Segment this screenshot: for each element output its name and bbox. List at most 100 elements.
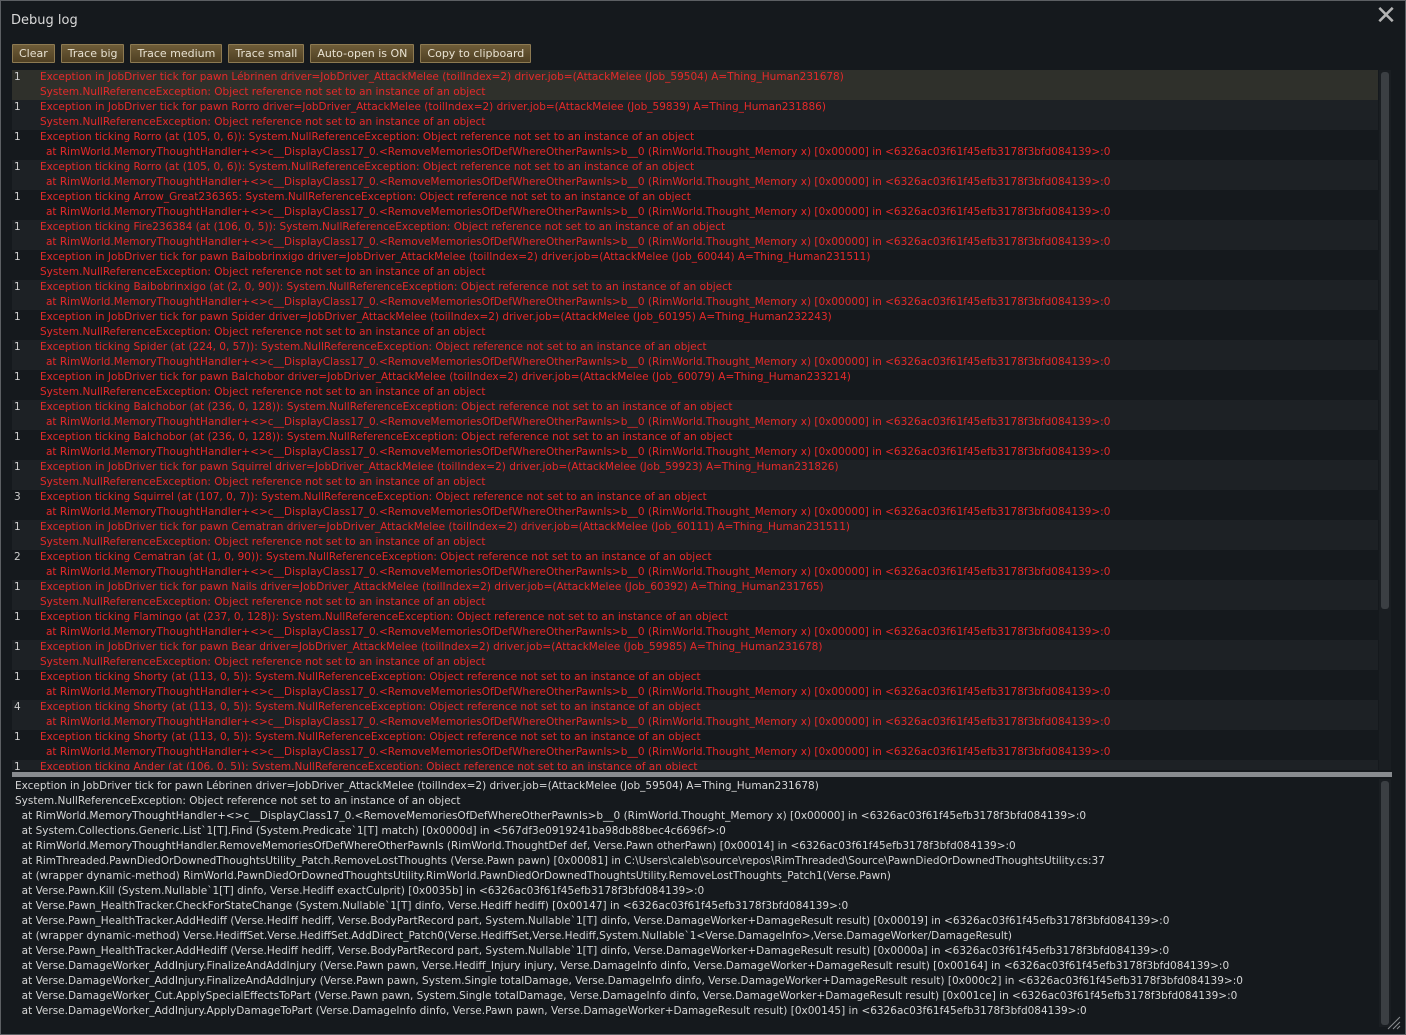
log-entry-detail-line: System.NullReferenceException: Object re… bbox=[40, 476, 486, 488]
log-entry-detail-line: at RimWorld.MemoryThoughtHandler+<>c__Di… bbox=[46, 356, 1111, 368]
stack-trace-line: at Verse.Pawn.Kill (System.Nullable`1[T]… bbox=[15, 885, 705, 897]
stack-trace-line: at RimWorld.MemoryThoughtHandler+<>c__Di… bbox=[15, 810, 1087, 822]
log-entry[interactable]: 1 Exception in JobDriver tick for pawn Na… bbox=[12, 580, 1378, 610]
log-entry-detail-line: at RimWorld.MemoryThoughtHandler+<>c__Di… bbox=[46, 206, 1111, 218]
log-entry-message: Exception in JobDriver tick for pawn Bal… bbox=[40, 371, 851, 383]
log-entry[interactable]: 1 Exception ticking Rorro (at (105, 0, 6)… bbox=[12, 130, 1378, 160]
log-entry-detail-line: at RimWorld.MemoryThoughtHandler+<>c__Di… bbox=[46, 626, 1111, 638]
trace-small-button[interactable]: Trace small bbox=[228, 44, 305, 63]
log-entry-message: Exception ticking Balchobor (at (236, 0,… bbox=[40, 401, 733, 413]
log-entry-count: 2 bbox=[14, 551, 21, 563]
log-entry-detail-line: at RimWorld.MemoryThoughtHandler+<>c__Di… bbox=[46, 176, 1111, 188]
log-entry-message: Exception ticking Fire236384 (at (106, 0… bbox=[40, 221, 726, 233]
log-entry[interactable]: 1 Exception in JobDriver tick for pawn Sq… bbox=[12, 460, 1378, 490]
log-entry-message: Exception ticking Shorty (at (113, 0, 5)… bbox=[40, 731, 701, 743]
log-entry-message: Exception in JobDriver tick for pawn Spi… bbox=[40, 311, 832, 323]
trace-big-button[interactable]: Trace big bbox=[60, 44, 125, 63]
log-entry-message: Exception ticking Arrow_Great236365: Sys… bbox=[40, 191, 691, 203]
log-entry[interactable]: 3 Exception ticking Squirrel (at (107, 0,… bbox=[12, 490, 1378, 520]
stack-trace-line: at RimThreaded.PawnDiedOrDownedThoughtsU… bbox=[15, 855, 1105, 867]
stack-trace-line: at Verse.Pawn_HealthTracker.AddHediff (V… bbox=[15, 945, 1170, 957]
log-entry-detail-line: at RimWorld.MemoryThoughtHandler+<>c__Di… bbox=[46, 416, 1111, 428]
log-entry[interactable]: 1 Exception ticking Fire236384 (at (106, … bbox=[12, 220, 1378, 250]
log-entry-detail-line: System.NullReferenceException: Object re… bbox=[40, 326, 486, 338]
log-entry[interactable]: 1 Exception in JobDriver tick for pawn Ce… bbox=[12, 520, 1378, 550]
log-entry[interactable]: 1 Exception ticking Shorty (at (113, 0, 5… bbox=[12, 670, 1378, 700]
log-entry[interactable]: 2 Exception ticking Cematran (at (1, 0, 9… bbox=[12, 550, 1378, 580]
close-icon[interactable]: ✕ bbox=[1373, 3, 1399, 29]
log-entry[interactable]: 1 Exception ticking Balchobor (at (236, 0… bbox=[12, 400, 1378, 430]
log-entry-detail-line: at RimWorld.MemoryThoughtHandler+<>c__Di… bbox=[46, 686, 1111, 698]
log-entry-message: Exception in JobDriver tick for pawn Cem… bbox=[40, 521, 851, 533]
log-entry[interactable]: 1 Exception in JobDriver tick for pawn Ba… bbox=[12, 250, 1378, 280]
pane-splitter[interactable] bbox=[12, 772, 1392, 777]
log-entry-message: Exception ticking Flamingo (at (237, 0, … bbox=[40, 611, 728, 623]
log-entry-message: Exception in JobDriver tick for pawn Squ… bbox=[40, 461, 839, 473]
log-entry-message: Exception ticking Balchobor (at (236, 0,… bbox=[40, 431, 733, 443]
resize-grip-icon[interactable] bbox=[1387, 1016, 1401, 1030]
log-entry-message: Exception ticking Squirrel (at (107, 0, … bbox=[40, 491, 707, 503]
log-entry-detail-line: at RimWorld.MemoryThoughtHandler+<>c__Di… bbox=[46, 506, 1111, 518]
log-entry[interactable]: 1 Exception ticking Flamingo (at (237, 0,… bbox=[12, 610, 1378, 640]
log-entry-detail-line: at RimWorld.MemoryThoughtHandler+<>c__Di… bbox=[46, 566, 1111, 578]
log-entry[interactable]: 1 Exception ticking Arrow_Great236365: Sy… bbox=[12, 190, 1378, 220]
log-entry-count: 1 bbox=[14, 761, 21, 770]
selected-entry-detail[interactable]: Exception in JobDriver tick for pawn Léb… bbox=[12, 779, 1378, 1027]
log-list-scrollbar-thumb[interactable] bbox=[1381, 72, 1389, 609]
log-entry[interactable]: 1 Exception in JobDriver tick for pawn Ro… bbox=[12, 100, 1378, 130]
log-entry-count: 1 bbox=[14, 401, 21, 413]
log-entry[interactable]: 1 Exception in JobDriver tick for pawn Ba… bbox=[12, 370, 1378, 400]
clear-button[interactable]: Clear bbox=[12, 44, 55, 63]
stack-trace-line: at System.Collections.Generic.List`1[T].… bbox=[15, 825, 726, 837]
log-entry-count: 1 bbox=[14, 431, 21, 443]
log-entry-message: Exception ticking Spider (at (224, 0, 57… bbox=[40, 341, 707, 353]
log-entry-count: 4 bbox=[14, 701, 21, 713]
log-entry[interactable]: 1 Exception ticking Ander (at (106, 0, 5)… bbox=[12, 760, 1378, 770]
log-entry-message: Exception ticking Cematran (at (1, 0, 90… bbox=[40, 551, 712, 563]
log-entry-message: Exception in JobDriver tick for pawn Nai… bbox=[40, 581, 824, 593]
stack-trace-line: System.NullReferenceException: Object re… bbox=[15, 795, 461, 807]
log-entry-message: Exception ticking Shorty (at (113, 0, 5)… bbox=[40, 701, 701, 713]
log-entry-detail-line: System.NullReferenceException: Object re… bbox=[40, 116, 486, 128]
copy-to-clipboard-button[interactable]: Copy to clipboard bbox=[420, 44, 532, 63]
window-title: Debug log bbox=[11, 13, 78, 28]
log-entry-detail-line: System.NullReferenceException: Object re… bbox=[40, 596, 486, 608]
log-entry[interactable]: 1 Exception in JobDriver tick for pawn Lé… bbox=[12, 70, 1378, 100]
log-entry-detail-line: at RimWorld.MemoryThoughtHandler+<>c__Di… bbox=[46, 716, 1111, 728]
log-entry-count: 1 bbox=[14, 641, 21, 653]
log-entry[interactable]: 4 Exception ticking Shorty (at (113, 0, 5… bbox=[12, 700, 1378, 730]
log-entry-count: 1 bbox=[14, 581, 21, 593]
log-entry-detail-line: at RimWorld.MemoryThoughtHandler+<>c__Di… bbox=[46, 446, 1111, 458]
log-entry-message: Exception ticking Rorro (at (105, 0, 6))… bbox=[40, 161, 695, 173]
log-entry-count: 1 bbox=[14, 341, 21, 353]
log-entry-detail-line: System.NullReferenceException: Object re… bbox=[40, 86, 486, 98]
debug-log-window: Debug log ✕ Clear Trace big Trace medium… bbox=[0, 0, 1406, 1035]
log-entry[interactable]: 1 Exception ticking Shorty (at (113, 0, 5… bbox=[12, 730, 1378, 760]
log-entry[interactable]: 1 Exception ticking Spider (at (224, 0, 5… bbox=[12, 340, 1378, 370]
log-entry-count: 1 bbox=[14, 461, 21, 473]
log-entry-message: Exception ticking Shorty (at (113, 0, 5)… bbox=[40, 671, 701, 683]
log-entry[interactable]: 1 Exception ticking Rorro (at (105, 0, 6)… bbox=[12, 160, 1378, 190]
log-entry-detail-line: at RimWorld.MemoryThoughtHandler+<>c__Di… bbox=[46, 296, 1111, 308]
trace-medium-button[interactable]: Trace medium bbox=[130, 44, 223, 63]
log-entry-message: Exception in JobDriver tick for pawn Bea… bbox=[40, 641, 823, 653]
auto-open-toggle-button[interactable]: Auto-open is ON bbox=[310, 44, 415, 63]
log-entry-message: Exception in JobDriver tick for pawn Léb… bbox=[40, 71, 844, 83]
log-entry[interactable]: 1 Exception ticking Baibobrinxigo (at (2,… bbox=[12, 280, 1378, 310]
log-entry[interactable]: 1 Exception in JobDriver tick for pawn Be… bbox=[12, 640, 1378, 670]
log-entry-detail-line: at RimWorld.MemoryThoughtHandler+<>c__Di… bbox=[46, 746, 1111, 758]
log-entry-count: 1 bbox=[14, 71, 21, 83]
log-entry-count: 1 bbox=[14, 101, 21, 113]
log-entry-message: Exception ticking Rorro (at (105, 0, 6))… bbox=[40, 131, 695, 143]
log-entry-message: Exception in JobDriver tick for pawn Ror… bbox=[40, 101, 826, 113]
log-entry-count: 1 bbox=[14, 221, 21, 233]
log-entry-message: Exception ticking Ander (at (106, 0, 5))… bbox=[40, 761, 698, 770]
log-entry[interactable]: 1 Exception ticking Balchobor (at (236, 0… bbox=[12, 430, 1378, 460]
stack-trace-line: at Verse.DamageWorker_AddInjury.ApplyDam… bbox=[15, 1005, 1087, 1017]
detail-scrollbar-thumb[interactable] bbox=[1381, 781, 1389, 1025]
log-entry-count: 1 bbox=[14, 311, 21, 323]
log-entry-count: 1 bbox=[14, 161, 21, 173]
log-entry-list[interactable]: 1 Exception in JobDriver tick for pawn Lé… bbox=[12, 70, 1378, 770]
log-entry[interactable]: 1 Exception in JobDriver tick for pawn Sp… bbox=[12, 310, 1378, 340]
log-entry-detail-line: System.NullReferenceException: Object re… bbox=[40, 656, 486, 668]
